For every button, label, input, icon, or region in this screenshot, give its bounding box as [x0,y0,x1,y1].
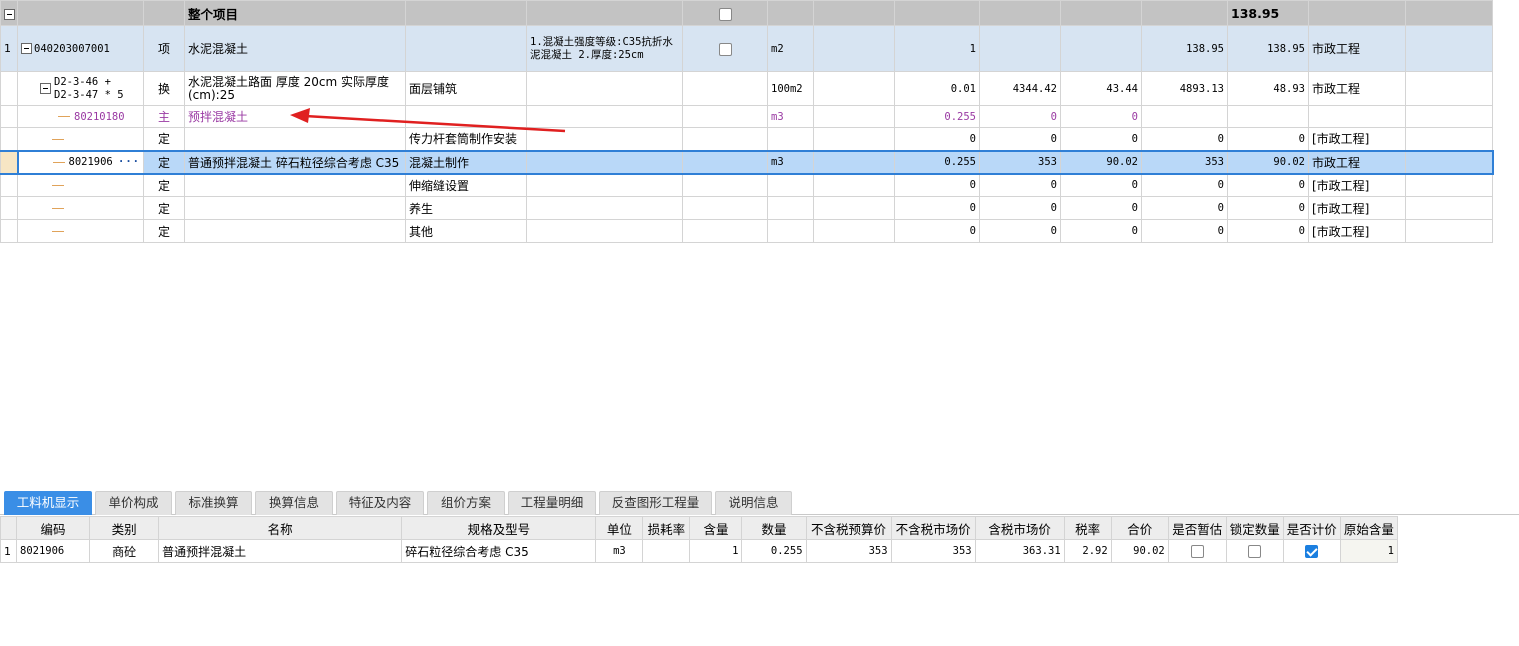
sub-name[interactable]: 水泥混凝土路面 厚度 20cm 实际厚度(cm):25 [184,71,406,106]
section-features[interactable]: 1.混凝土强度等级:C35抗折水泥混凝土 2.厚度:25cm [526,25,683,72]
materials-header-row: 编码 类别 名称 规格及型号 单位 损耗率 含量 数量 不含税预算价 不含税市场… [0,516,1399,540]
quota-row[interactable]: 定 伸缩缝设置 0 0 0 0 0 [市政工程] [0,173,1493,197]
tab-materials[interactable]: 工料机显示 [4,491,92,515]
materials-grid: 编码 类别 名称 规格及型号 单位 损耗率 含量 数量 不含税预算价 不含税市场… [0,516,1399,563]
materials-table: 编码 类别 名称 规格及型号 单位 损耗率 含量 数量 不含税预算价 不含税市场… [0,516,1399,563]
quota-row[interactable]: 定 传力杆套筒制作安装 0 0 0 0 0 [市政工程] [0,127,1493,151]
tab-unit-price[interactable]: 单价构成 [95,491,172,515]
sub-code-line2: D2-3-47 * 5 [54,88,124,101]
material-name[interactable]: 普通预拌混凝土 [158,539,403,563]
detail-tabs: 工料机显示 单价构成 标准换算 换算信息 特征及内容 组价方案 工程量明细 反查… [0,489,1519,515]
tab-reverse-lookup[interactable]: 反查图形工程量 [599,491,712,515]
main-code: 80210180 [74,110,125,123]
section-checkbox[interactable] [718,42,732,56]
section-code: 040203007001 [34,42,110,55]
material-code[interactable]: 8021906 [15,539,91,563]
main-name[interactable]: 预拌混凝土 [184,105,406,128]
section-row[interactable]: 1 040203007001 项 水泥混凝土 1.混凝土强度等级:C35抗折水泥… [0,25,1493,72]
collapse-icon[interactable] [40,83,51,94]
selected-code[interactable]: 8021906 [69,156,113,168]
tab-conversion-info[interactable]: 换算信息 [255,491,333,515]
more-options-icon[interactable]: ··· [118,156,140,168]
estimate-table: 整个项目 138.95 1 040203007001 项 水泥混凝土 1.混凝土… [0,0,1494,243]
main-material-row[interactable]: 80210180 主 预拌混凝土 m3 0.255 0 0 [0,105,1493,128]
collapse-icon[interactable] [21,43,32,54]
total-expander-cell[interactable] [0,0,18,26]
tab-description[interactable]: 说明信息 [715,491,792,515]
estimate-checkbox[interactable] [1190,545,1204,558]
material-row[interactable]: 1 8021906 商砼 普通预拌混凝土 碎石粒径综合考虑 C35 m3 1 0… [0,539,1399,563]
sub-code-line1: D2-3-46 + [54,75,111,88]
tab-features[interactable]: 特征及内容 [336,491,424,515]
project-total-value: 138.95 [1227,0,1309,26]
quota-row[interactable]: 定 其他 0 0 0 0 0 [市政工程] [0,219,1493,243]
project-total-row[interactable]: 整个项目 138.95 [0,0,1493,26]
estimate-grid: 整个项目 138.95 1 040203007001 项 水泥混凝土 1.混凝土… [0,0,1494,243]
tab-quantity-detail[interactable]: 工程量明细 [508,491,596,515]
tab-standard-conversion[interactable]: 标准换算 [175,491,252,515]
selected-quota-row[interactable]: 8021906 ··· 定 普通预拌混凝土 碎石粒径综合考虑 C35 混凝土制作 … [0,149,1494,175]
collapse-icon[interactable] [4,8,15,20]
quota-row[interactable]: 定 养生 0 0 0 0 0 [市政工程] [0,196,1493,220]
priced-checkbox[interactable] [1305,545,1319,558]
selected-name[interactable]: 普通预拌混凝土 碎石粒径综合考虑 C35 [184,149,406,175]
tab-pricing-plan[interactable]: 组价方案 [427,491,505,515]
lock-qty-checkbox[interactable] [1248,545,1262,558]
section-name[interactable]: 水泥混凝土 [184,25,406,72]
sub-item-row[interactable]: D2-3-46 + D2-3-47 * 5 换 水泥混凝土路面 厚度 20cm 实… [0,71,1493,106]
project-label: 整个项目 [184,0,406,26]
total-checkbox[interactable] [718,7,732,21]
